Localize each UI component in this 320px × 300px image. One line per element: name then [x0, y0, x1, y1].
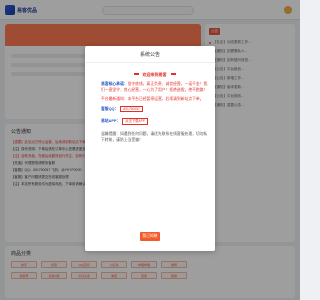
qq-row: 客服QQ： 651750057 [101, 105, 208, 113]
qq-value[interactable]: 651750057 [120, 105, 143, 113]
notice-paragraph: 平台最新通知：本平台已经暂停运营，后续请到新站点下单。 [101, 96, 208, 102]
app-download-link[interactable]: 点击下载APP [122, 118, 148, 125]
promise-label: 易客核心承诺： [101, 82, 128, 86]
flag-icon [133, 73, 139, 77]
modal-body: 欢迎来到易客 易客核心承诺：坚守底线，真正负责、诚信经营，一诺千金！我们一直坚守… [85, 63, 215, 143]
app-row: 易站APP： 点击下载APP [101, 118, 208, 125]
app-label: 易站APP： [101, 119, 121, 124]
notice-red-text: 平台最新通知：本平台已经暂停运营，后续请到新站点下单。 [101, 97, 204, 102]
reminder-paragraph: 温馨提醒：如遇到任何问题，请优先联系在线客服处理，切勿私下转账，谨防上当受骗！ [101, 131, 208, 143]
welcome-line: 欢迎来到易客 [101, 72, 208, 78]
reminder-text: 温馨提醒：如遇到任何问题，请优先联系在线客服处理，切勿私下转账，谨防上当受骗！ [101, 131, 208, 142]
qq-label: 客服QQ： [101, 106, 119, 111]
acknowledge-button[interactable]: 我已知晓 [140, 232, 160, 241]
system-announcement-modal: 系统公告 欢迎来到易客 易客核心承诺：坚守底线，真正负责、诚信经营，一诺千金！我… [85, 46, 215, 251]
modal-title: 系统公告 [85, 46, 215, 63]
promise-paragraph: 易客核心承诺：坚守底线，真正负责、诚信经营，一诺千金！我们一直坚守、良心经营，一… [101, 81, 208, 93]
welcome-text: 欢迎来到易客 [142, 72, 167, 77]
flag-icon [170, 73, 176, 77]
